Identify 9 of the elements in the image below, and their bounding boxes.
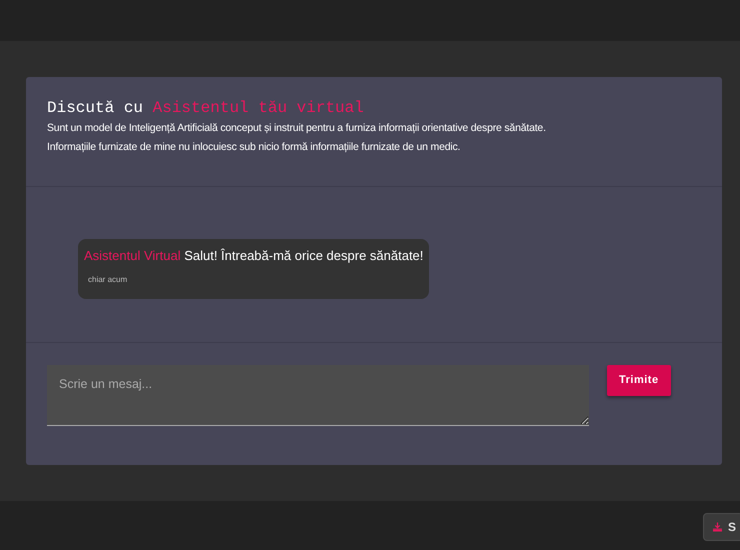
- message-field[interactable]: Scrie un mesaj...: [47, 365, 589, 426]
- disclaimer-text: Sunt un model de Inteligență Artificială conceput și instruit pentru a furniza informații orientative despre sănătate.: [47, 121, 547, 136]
- message-text: Asistentul Virtual Salut! Întreabă-mă orice despre sănătate!: [84, 247, 424, 265]
- message-time: chiar acum: [88, 274, 128, 286]
- disclaimer-text: Informațiile furnizate de mine nu inlocuiesc sub nicio formă informațiile furnizate de un medic.: [47, 140, 462, 155]
- download-button[interactable]: S: [703, 513, 740, 541]
- download-icon: [713, 521, 722, 533]
- send-button[interactable]: Trimite: [607, 365, 671, 396]
- chat-title: Discută cu Asistentul tău virtual: [47, 99, 365, 117]
